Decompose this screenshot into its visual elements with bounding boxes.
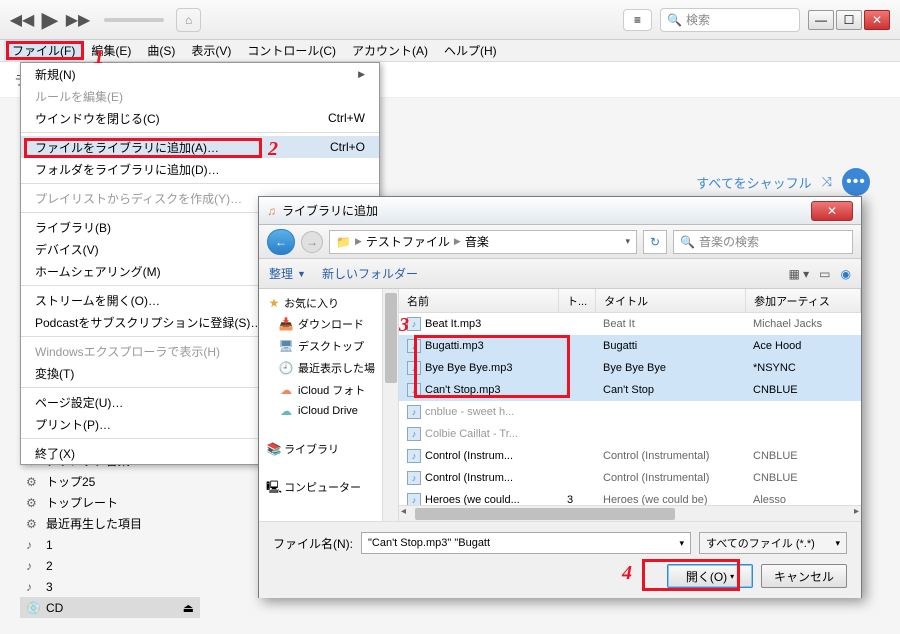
file-row[interactable]: ♪cnblue - sweet h...	[399, 401, 861, 423]
dialog-search-placeholder: 音楽の検索	[699, 233, 759, 250]
titlebar: ◀◀ ▶ ▶▶ ⌂ ≡ 🔍 検索 — ☐ ✕	[0, 0, 900, 40]
playlist-item[interactable]: ⚙トップレート	[20, 492, 200, 513]
callout-3: 3	[399, 314, 409, 337]
prev-button[interactable]: ◀◀	[10, 8, 34, 32]
file-list-pane: 名前 ト... タイトル 参加アーティス ♪Beat It.mp3Beat It…	[399, 289, 861, 521]
minimize-button[interactable]: —	[808, 10, 834, 30]
dialog-toolbar: 整理▼ 新しいフォルダー ▦ ▾ ▭ ◉	[259, 259, 861, 289]
dialog-sidebar-item[interactable]: 📥ダウンロード	[259, 313, 398, 335]
playlist-item[interactable]: ⚙最近再生した項目	[20, 513, 200, 534]
close-button[interactable]: ✕	[864, 10, 890, 30]
search-icon: 🔍	[667, 13, 682, 27]
file-row[interactable]: ♪Can't Stop.mp3Can't StopCNBLUE	[399, 379, 861, 401]
callout-2: 2	[268, 138, 278, 161]
menu-file[interactable]: ファイル(F)	[4, 40, 83, 61]
sidebar-computer[interactable]: コンピューター	[284, 482, 361, 494]
nav-back-button[interactable]: ←	[267, 229, 295, 255]
breadcrumb[interactable]: 📁 ▶ テストファイル ▶ 音楽 ▾	[329, 230, 637, 254]
col-title[interactable]: タイトル	[596, 289, 746, 312]
dialog-title: ライブラリに追加	[282, 202, 378, 219]
menu-item: ルールを編集(E)	[21, 85, 379, 107]
search-icon: 🔍	[680, 235, 695, 249]
menu-item[interactable]: フォルダをライブラリに追加(D)…	[21, 158, 379, 180]
playlist-item[interactable]: ♪1	[20, 534, 200, 555]
organize-button[interactable]: 整理▼	[269, 265, 306, 282]
file-hscrollbar[interactable]: ◂ ▸	[399, 505, 861, 521]
file-row[interactable]: ♪Beat It.mp3Beat ItMichael Jacks	[399, 313, 861, 335]
dialog-close-button[interactable]: ✕	[811, 201, 853, 221]
col-name[interactable]: 名前	[399, 289, 559, 312]
file-row[interactable]: ♪Bugatti.mp3BugattiAce Hood	[399, 335, 861, 357]
maximize-button[interactable]: ☐	[836, 10, 862, 30]
view-button[interactable]: ▦ ▾	[788, 267, 809, 281]
volume-slider[interactable]	[104, 18, 164, 22]
menu-view[interactable]: 表示(V)	[183, 40, 239, 61]
col-artist[interactable]: 参加アーティス	[746, 289, 861, 312]
breadcrumb-segment[interactable]: 音楽	[465, 233, 489, 250]
menu-item[interactable]: 新規(N)	[21, 63, 379, 85]
playlist-item[interactable]: ⚙トップ25	[20, 471, 200, 492]
folder-icon: 📁	[336, 235, 351, 249]
library-icon: 📚	[267, 442, 281, 456]
shuffle-icon: ⤨	[822, 174, 832, 190]
sidebar-library[interactable]: ライブラリ	[284, 444, 339, 456]
dialog-sidebar: ★ お気に入り 📥ダウンロード🖥デスクトップ🕘最近表示した場☁iCloud フォ…	[259, 289, 399, 521]
more-button[interactable]: •••	[842, 168, 870, 196]
file-row[interactable]: ♪Colbie Caillat - Tr...	[399, 423, 861, 445]
search-input[interactable]: 🔍 検索	[660, 8, 800, 32]
menu-account[interactable]: アカウント(A)	[344, 40, 436, 61]
computer-icon: 🖳	[267, 482, 281, 496]
menu-control[interactable]: コントロール(C)	[239, 40, 344, 61]
sidebar-favorites[interactable]: お気に入り	[284, 298, 339, 310]
playback-controls: ◀◀ ▶ ▶▶ ⌂	[0, 8, 211, 32]
newfolder-button[interactable]: 新しいフォルダー	[322, 265, 418, 282]
dialog-titlebar: ♫ ライブラリに追加 ✕	[259, 197, 861, 225]
filter-select[interactable]: すべてのファイル (*.*)▾	[699, 532, 847, 554]
open-button[interactable]: 開く(O)▾	[667, 564, 753, 588]
file-row[interactable]: ♪Heroes (we could...3Heroes (we could be…	[399, 489, 861, 505]
dialog-sidebar-item[interactable]: 🕘最近表示した場	[259, 357, 398, 379]
playlist-item[interactable]: 💿CD⏏	[20, 597, 200, 618]
menubar: ファイル(F) 編集(E) 曲(S) 表示(V) コントロール(C) アカウント…	[0, 40, 900, 62]
dialog-sidebar-item[interactable]: 🖥デスクトップ	[259, 335, 398, 357]
file-row[interactable]: ♪Bye Bye Bye.mp3Bye Bye Bye*NSYNC	[399, 357, 861, 379]
dialog-sidebar-item[interactable]: ☁iCloud Drive	[259, 401, 398, 421]
preview-button[interactable]: ▭	[819, 267, 830, 281]
menu-help[interactable]: ヘルプ(H)	[436, 40, 505, 61]
playlist-sidebar: ⚙クラシック音楽⚙トップ25⚙トップレート⚙最近再生した項目♪1♪2♪3💿CD⏏	[20, 450, 200, 618]
file-open-dialog: ♫ ライブラリに追加 ✕ ← → 📁 ▶ テストファイル ▶ 音楽 ▾ ↻ 🔍 …	[258, 196, 862, 598]
menu-edit[interactable]: 編集(E)	[83, 40, 139, 61]
filename-label: ファイル名(N):	[273, 535, 353, 552]
file-row[interactable]: ♪Control (Instrum...Control (Instrumenta…	[399, 467, 861, 489]
menu-song[interactable]: 曲(S)	[139, 40, 183, 61]
refresh-button[interactable]: ↻	[643, 230, 667, 254]
sidebar-scrollbar[interactable]	[382, 289, 398, 521]
dialog-sidebar-item[interactable]: ☁iCloud フォト	[259, 379, 398, 401]
play-button[interactable]: ▶	[38, 8, 62, 32]
itunes-icon: ♫	[267, 204, 276, 218]
dialog-navbar: ← → 📁 ▶ テストファイル ▶ 音楽 ▾ ↻ 🔍 音楽の検索	[259, 225, 861, 259]
menu-item[interactable]: ファイルをライブラリに追加(A)…Ctrl+O	[21, 136, 379, 158]
file-row[interactable]: ♪Control (Instrum...Control (Instrumenta…	[399, 445, 861, 467]
star-icon: ★	[267, 296, 281, 310]
shuffle-all-link[interactable]: すべてをシャッフル	[696, 173, 811, 192]
dialog-search-input[interactable]: 🔍 音楽の検索	[673, 230, 853, 254]
breadcrumb-segment[interactable]: テストファイル	[366, 233, 450, 250]
nav-forward-button[interactable]: →	[301, 231, 323, 253]
col-track[interactable]: ト...	[559, 289, 596, 312]
search-placeholder: 検索	[686, 11, 710, 28]
callout-4: 4	[622, 562, 632, 585]
callout-1: 1	[94, 46, 104, 69]
menu-item[interactable]: ウインドウを閉じる(C)Ctrl+W	[21, 107, 379, 129]
playlist-item[interactable]: ♪3	[20, 576, 200, 597]
cancel-button[interactable]: キャンセル	[761, 564, 847, 588]
playlist-item[interactable]: ♪2	[20, 555, 200, 576]
list-view-button[interactable]: ≡	[623, 9, 652, 31]
help-button[interactable]: ◉	[841, 267, 851, 281]
filename-input[interactable]: "Can't Stop.mp3" "Bugatt▾	[361, 532, 691, 554]
next-button[interactable]: ▶▶	[66, 8, 90, 32]
airplay-button[interactable]: ⌂	[176, 8, 201, 32]
